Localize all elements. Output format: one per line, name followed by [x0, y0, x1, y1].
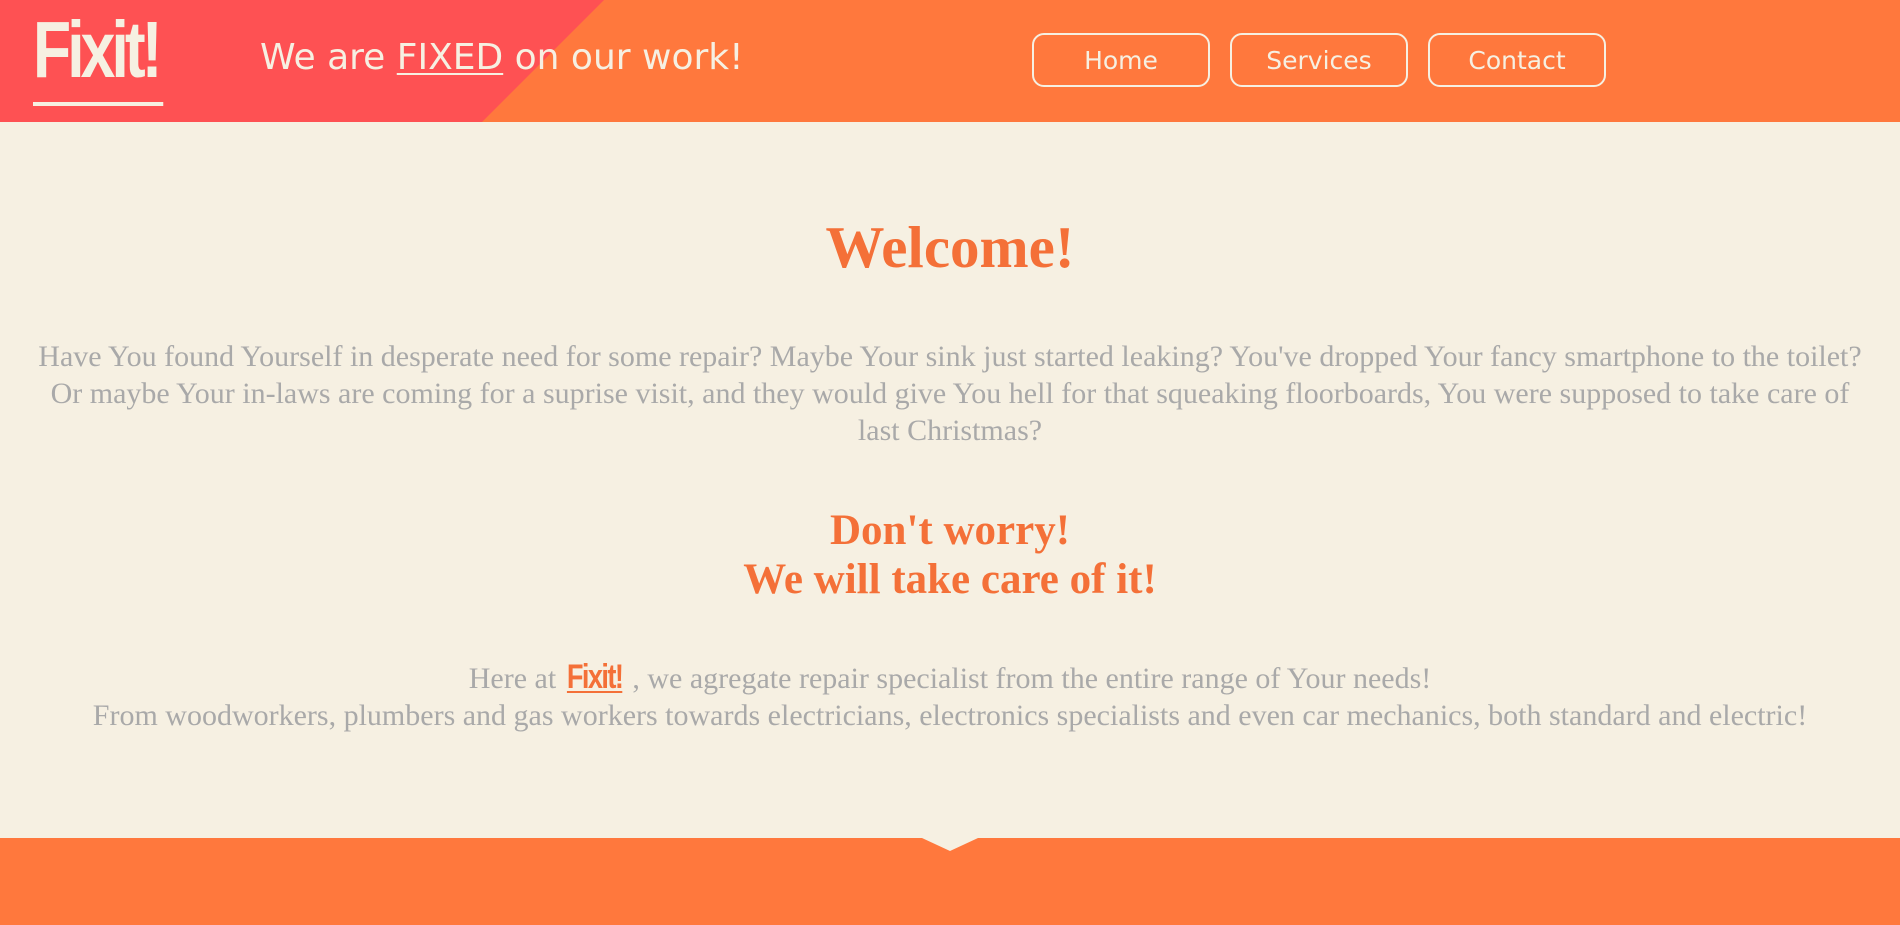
about-before: Here at [468, 662, 564, 695]
nav-services-button[interactable]: Services [1230, 33, 1408, 87]
site-logo[interactable]: Fixit! [33, 6, 164, 106]
header-tagline: We are FIXED on our work! [260, 35, 744, 81]
about-paragraph: Here at Fixit! , we agregate repair spec… [0, 659, 1900, 734]
tagline-before: We are [260, 37, 397, 78]
reassurance-line-1: Don't worry! [829, 507, 1071, 554]
about-line-2: From woodworkers, plumbers and gas worke… [92, 699, 1808, 732]
reassurance-heading: Don't worry! We will take care of it! [0, 506, 1900, 604]
tagline-fixed: FIXED [396, 37, 504, 78]
tagline-after: on our work! [503, 37, 744, 78]
nav-contact-button[interactable]: Contact [1428, 33, 1606, 87]
welcome-heading: Welcome! [825, 214, 1075, 280]
intro-paragraph: Have You found Yourself in desperate nee… [38, 340, 1862, 447]
main-nav: Home Services Contact [1032, 33, 1606, 87]
main-content: Welcome! Have You found Yourself in desp… [0, 122, 1900, 838]
footer-notch [922, 838, 978, 851]
about-after: , we agregate repair specialist from the… [624, 662, 1432, 695]
nav-home-button[interactable]: Home [1032, 33, 1210, 87]
site-header: Fixit! We are FIXED on our work! Home Se… [0, 0, 1900, 122]
reassurance-line-2: We will take care of it! [743, 556, 1157, 603]
inline-logo-link[interactable]: Fixit! [567, 659, 624, 696]
site-footer [0, 838, 1900, 925]
